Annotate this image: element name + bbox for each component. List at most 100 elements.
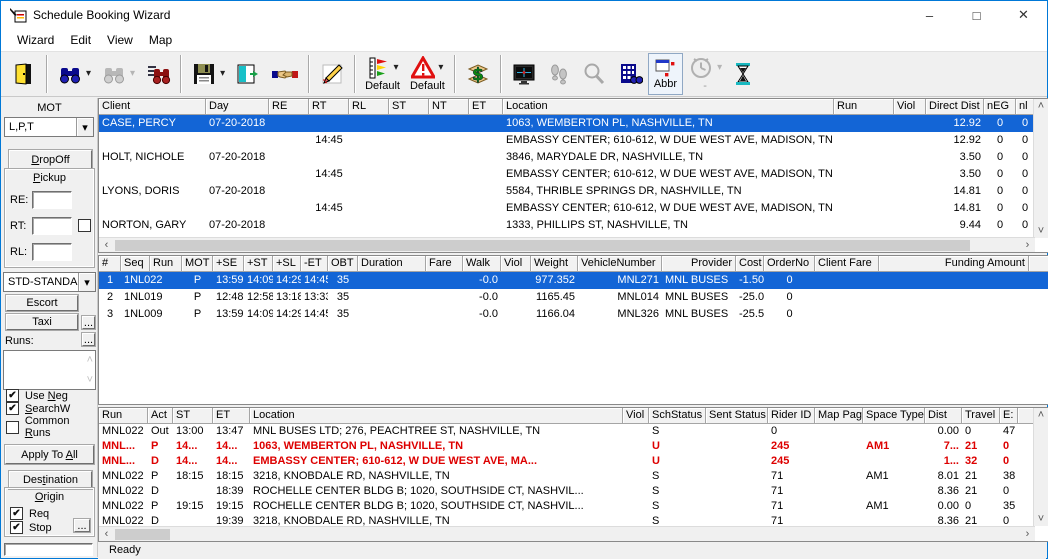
column-header[interactable]: Seq (121, 256, 150, 272)
menu-item-wizard[interactable]: Wizard (9, 30, 62, 50)
column-header[interactable]: Rider ID (768, 408, 815, 424)
column-header[interactable]: -ET (301, 256, 328, 272)
menu-item-view[interactable]: View (99, 30, 141, 50)
table-row[interactable]: MNL022 D 19:39 3218, KNOBDALE RD, NASHVILLE… (99, 514, 1035, 526)
column-header[interactable]: nEG (984, 99, 1016, 115)
table-row[interactable]: 14:45 EMBASSY CENTER; 610-612, W DUE WEST… (99, 166, 1035, 183)
bookings-vertical-scrollbar[interactable]: ˄ ˅ (1033, 99, 1048, 238)
column-header[interactable]: NT (429, 99, 469, 115)
column-header[interactable]: +ST (244, 256, 273, 272)
table-row[interactable]: 14:45 EMBASSY CENTER; 610-612, W DUE WEST… (99, 200, 1035, 217)
column-header[interactable]: RE (269, 99, 309, 115)
table-row[interactable]: 14:45 EMBASSY CENTER; 610-612, W DUE WEST… (99, 132, 1035, 149)
scroll-down-icon[interactable]: ˅ (1034, 512, 1048, 526)
table-row[interactable]: MNL022 P 18:15 18:15 3218, KNOBDALE RD, NASH… (99, 469, 1035, 484)
column-header[interactable]: ET (213, 408, 250, 424)
rt-checkbox[interactable] (78, 219, 91, 232)
find-address-button[interactable] (612, 53, 648, 95)
stop-checkbox[interactable]: ✔ (10, 521, 23, 534)
req-option[interactable]: ✔ Req (10, 507, 49, 520)
column-header[interactable]: Weight (531, 256, 578, 272)
column-header[interactable]: Cost (736, 256, 764, 272)
column-header[interactable]: Walk (463, 256, 501, 272)
scrollbar-thumb[interactable] (115, 239, 970, 251)
scroll-up-icon[interactable]: ˄ (1034, 408, 1048, 422)
column-header[interactable]: OrderNo (764, 256, 815, 272)
use-neg-option[interactable]: ✔ Use Neg (6, 389, 68, 402)
service-type-dropdown-button[interactable]: ▾ (78, 273, 95, 291)
scroll-left-icon[interactable]: ‹ (99, 238, 114, 252)
column-header[interactable]: OBT (328, 256, 358, 272)
column-header[interactable]: Duration (358, 256, 426, 272)
column-header[interactable]: Act (148, 408, 173, 424)
itinerary-horizontal-scrollbar[interactable]: ‹ › (99, 526, 1035, 541)
column-header[interactable]: Day (206, 99, 269, 115)
origin-tab-label[interactable]: Origin (5, 488, 94, 503)
req-checkbox[interactable]: ✔ (10, 507, 23, 520)
runs-listbox[interactable]: ˄ ˅ (3, 350, 96, 390)
handshake-button[interactable] (266, 53, 304, 95)
column-header[interactable]: Direct Dist (926, 99, 984, 115)
edit-button[interactable] (314, 53, 350, 95)
scroll-up-icon[interactable]: ˄ (1034, 99, 1048, 113)
column-header[interactable]: Client (99, 99, 206, 115)
itinerary-vertical-scrollbar[interactable]: ˄ ˅ (1033, 408, 1048, 526)
apply-to-all-button[interactable]: Apply To All (5, 445, 94, 464)
common-runs-option[interactable]: Common Runs (6, 415, 97, 439)
table-row[interactable]: HOLT, NICHOLE 07-20-2018 3846, MARYDALE DR… (99, 149, 1035, 166)
table-row[interactable]: MNL... D 14... 14... EMBASSY CENTER; 610-612… (99, 454, 1035, 469)
map-display-button[interactable] (506, 53, 542, 95)
abbr-toggle-button[interactable]: Abbr (647, 53, 684, 95)
table-row[interactable]: 3 1NL009 P 13:5914:0914:2914:45 35 -0.0 1166.0… (99, 306, 1048, 323)
close-button[interactable]: ✕ (1000, 1, 1047, 29)
split-view-button[interactable] (230, 53, 266, 95)
column-header[interactable]: ST (173, 408, 213, 424)
column-header[interactable]: ST (389, 99, 429, 115)
column-header[interactable]: Viol (623, 408, 649, 424)
table-row[interactable]: LYONS, DORIS 07-20-2018 5584, THRIBLE SPRI… (99, 183, 1035, 200)
column-header[interactable]: E: (1000, 408, 1018, 424)
re-field[interactable] (32, 191, 72, 209)
runs-browse-button[interactable]: ... (82, 333, 95, 346)
column-header[interactable]: Run (834, 99, 894, 115)
fare-button[interactable]: $ (460, 53, 496, 95)
menu-item-map[interactable]: Map (141, 30, 180, 50)
taxi-browse-button[interactable]: ... (82, 316, 95, 329)
maximize-button[interactable]: □ (953, 1, 1000, 29)
dropoff-tab-button[interactable]: DropOff (9, 150, 92, 169)
table-row[interactable]: 1 1NL022 P 13:5914:0914:2914:45 35 -0.0 977.35… (99, 272, 1048, 289)
use-neg-checkbox[interactable]: ✔ (6, 389, 19, 402)
find-booking-button[interactable] (140, 53, 176, 95)
column-header[interactable]: Map Page (815, 408, 863, 424)
table-row[interactable]: MNL022 P 19:15 19:15 ROCHELLE CENTER BLDG B;… (99, 499, 1035, 514)
service-type-combobox[interactable]: STD-STANDA ▾ (3, 272, 96, 292)
column-header[interactable]: nl (1016, 99, 1034, 115)
column-header[interactable]: Viol (894, 99, 926, 115)
column-header[interactable]: # (99, 256, 121, 272)
escort-button[interactable]: Escort (6, 295, 78, 311)
table-row[interactable]: CASE, PERCY 07-20-2018 1063, WEMBERTON PL,… (99, 115, 1035, 132)
save-button[interactable]: ▾ (186, 53, 230, 95)
column-header[interactable]: Location (250, 408, 623, 424)
rt-field[interactable] (32, 217, 72, 235)
column-header[interactable]: MOT (182, 256, 213, 272)
column-header[interactable]: +SE (213, 256, 244, 272)
column-header[interactable]: Space Type (863, 408, 925, 424)
pickup-tab-label[interactable]: Pickup (5, 169, 94, 184)
run-display-default-button[interactable]: ▾ Default (360, 53, 405, 95)
exit-button[interactable] (6, 53, 42, 95)
mot-dropdown-button[interactable]: ▾ (76, 118, 93, 136)
menu-item-edit[interactable]: Edit (62, 30, 99, 50)
column-header[interactable]: Sent Status (706, 408, 768, 424)
mot-combobox[interactable]: L,P,T ▾ (4, 117, 94, 137)
stop-option[interactable]: ✔ Stop (10, 521, 52, 534)
scrollbar-thumb[interactable] (115, 528, 170, 540)
column-header[interactable]: SchStatus (649, 408, 706, 424)
column-header[interactable]: Dist (925, 408, 962, 424)
stop-browse-button[interactable]: ... (74, 519, 90, 532)
violation-default-button[interactable]: ▾ Default (405, 53, 450, 95)
scroll-right-icon[interactable]: › (1020, 238, 1035, 252)
column-header[interactable]: Run (99, 408, 148, 424)
column-header[interactable]: VehicleNumber (578, 256, 662, 272)
scroll-right-icon[interactable]: › (1020, 527, 1035, 541)
